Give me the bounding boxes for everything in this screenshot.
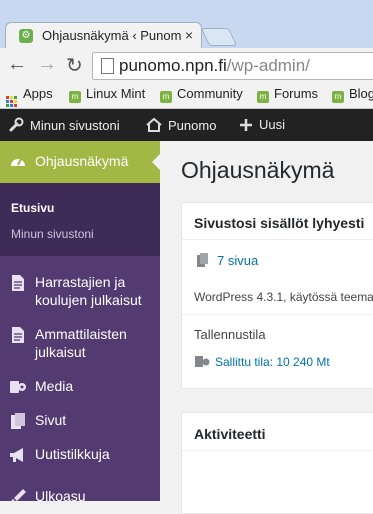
submenu-home[interactable]: Etusivu (11, 201, 54, 215)
site-name-label: Punomo (168, 118, 217, 133)
menu-news-snippets[interactable]: Uutistilkkuja (0, 445, 160, 467)
apps-grid-icon (6, 96, 17, 107)
my-sites-label: Minun sivustoni (30, 118, 120, 133)
page-icon (101, 58, 114, 74)
url-text: punomo.npn.fi/wp-admin/ (119, 56, 310, 76)
menu-media[interactable]: Media (0, 377, 160, 399)
address-bar[interactable]: punomo.npn.fi/wp-admin/ (92, 52, 373, 80)
pages-icon (11, 413, 25, 429)
storage-link[interactable]: Sallittu tila: 10 240 Mt (194, 354, 330, 369)
home-icon (146, 117, 162, 132)
menu-dashboard[interactable]: Ohjausnäkymä (0, 141, 160, 183)
widget-title[interactable]: Aktiviteetti (194, 426, 266, 442)
mint-icon: m (160, 91, 172, 103)
document-icon (12, 275, 24, 291)
dashboard-submenu: Etusivu Minun sivustoni (0, 183, 160, 256)
menu-pages[interactable]: Sivut (0, 411, 160, 433)
browser-tab[interactable]: ⚙ Ohjausnäkymä ‹ Punomo × (5, 22, 202, 49)
mint-icon: m (332, 91, 344, 103)
divider (182, 314, 373, 315)
page-title: Ohjausnäkymä (181, 157, 335, 183)
tab-close-icon[interactable]: × (185, 27, 193, 43)
new-content-menu[interactable]: Uusi (239, 117, 285, 132)
menu-appearance[interactable]: Ulkoasu (0, 487, 160, 501)
plus-icon (240, 119, 252, 131)
menu-media-label: Media (35, 378, 74, 394)
at-a-glance-widget: Sivustosi sisällöt lyhyesti 7 sivua Word… (181, 202, 373, 389)
bookmark-label: Linux Mint (86, 86, 146, 101)
bookmark-label: Blog (349, 86, 373, 101)
reload-icon[interactable]: ↻ (66, 53, 83, 78)
storage-link-text: Sallittu tila: 10 240 Mt (215, 355, 330, 369)
wordpress-version-text: WordPress 4.3.1, käytössä teema (194, 290, 373, 304)
menu-professional-posts[interactable]: Ammattilaisten julkaisut (0, 325, 160, 365)
menu-hobbyist-posts-label: Harrastajien ja koulujen julkaisut (35, 274, 142, 308)
activity-widget: Aktiviteetti (181, 412, 373, 514)
site-name-menu[interactable]: Punomo (146, 117, 216, 133)
tab-title: Ohjausnäkymä ‹ Punomo (42, 28, 182, 43)
wp-admin-bar: Minun sivustoni Punomo Uusi (0, 109, 373, 141)
storage-media-icon (195, 356, 210, 367)
back-arrow-icon[interactable]: ← (7, 53, 27, 76)
document-icon (12, 327, 24, 343)
pages-count-text: 7 sivua (217, 253, 259, 268)
bookmark-linux-mint[interactable]: m Linux Mint (69, 86, 145, 103)
bookmark-community[interactable]: m Community (160, 86, 243, 103)
site-favicon-icon: ⚙ (19, 29, 33, 43)
submenu-my-sites[interactable]: Minun sivustoni (11, 227, 94, 241)
bookmark-forums[interactable]: m Forums (257, 86, 318, 103)
forward-arrow-icon[interactable]: → (37, 53, 57, 76)
mint-icon: m (257, 91, 269, 103)
bookmark-blog[interactable]: m Blog (332, 86, 373, 103)
wrench-icon (9, 117, 24, 132)
menu-hobbyist-posts[interactable]: Harrastajien ja koulujen julkaisut (0, 273, 160, 313)
divider (182, 239, 373, 240)
storage-label: Tallennustila (194, 327, 266, 342)
bookmark-label: Apps (23, 86, 53, 101)
brush-icon (11, 489, 26, 501)
bookmarks-bar: Apps m Linux Mint m Community m Forums m Blo… (0, 82, 373, 109)
menu-news-snippets-label: Uutistilkkuja (35, 446, 110, 462)
url-host: punomo.npn.fi (119, 56, 227, 75)
pages-count-link[interactable]: 7 sivua (196, 252, 258, 268)
media-icon (10, 381, 26, 393)
my-sites-menu[interactable]: Minun sivustoni (8, 117, 120, 133)
bookmark-apps[interactable]: Apps (6, 86, 53, 107)
menu-appearance-label: Ulkoasu (35, 488, 86, 501)
url-path: /wp-admin/ (226, 56, 310, 75)
bookmark-label: Community (177, 86, 243, 101)
bookmark-label: Forums (274, 86, 319, 101)
dashboard-gauge-icon (11, 158, 25, 166)
widget-title[interactable]: Sivustosi sisällöt lyhyesti (194, 215, 364, 231)
new-label: Uusi (259, 117, 286, 132)
divider (182, 450, 373, 451)
megaphone-icon (10, 448, 23, 462)
menu-pages-label: Sivut (35, 412, 67, 428)
menu-dashboard-label: Ohjausnäkymä (35, 153, 129, 169)
menu-professional-posts-label: Ammattilaisten julkaisut (35, 326, 127, 360)
pages-icon (197, 253, 208, 267)
mint-icon: m (69, 91, 81, 103)
